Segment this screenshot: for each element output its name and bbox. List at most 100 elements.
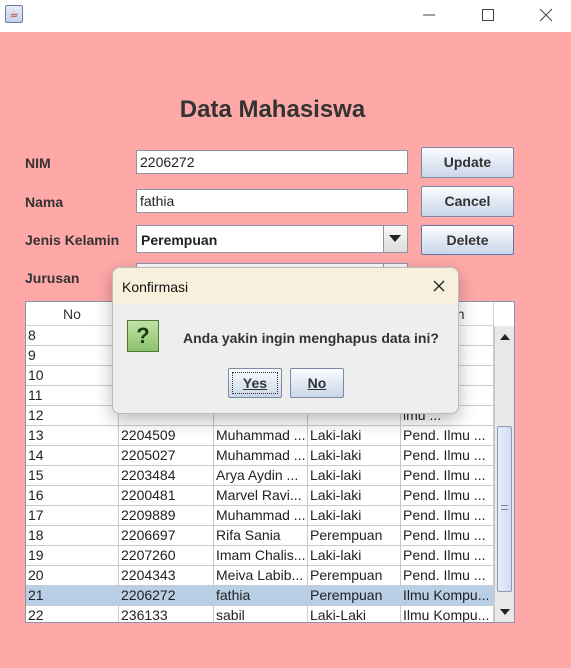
scrollbar-thumb[interactable] xyxy=(497,426,512,592)
table-scrollbar[interactable] xyxy=(494,326,514,622)
table-cell: 9 xyxy=(26,346,119,366)
table-cell: Marvel Ravi... xyxy=(214,486,308,506)
confirm-dialog: Konfirmasi ? Anda yakin ingin menghapus … xyxy=(112,267,459,414)
table-cell: Laki-laki xyxy=(308,546,401,566)
table-cell: Imam Chalis... xyxy=(214,546,308,566)
chevron-down-icon xyxy=(389,235,401,242)
close-icon xyxy=(433,280,445,292)
table-cell: Pend. Ilmu ... xyxy=(401,526,494,546)
jenis-kelamin-dropdown-button[interactable] xyxy=(383,226,407,252)
scroll-down-button[interactable] xyxy=(495,602,514,622)
table-cell: Laki-laki xyxy=(308,506,401,526)
scroll-up-button[interactable] xyxy=(495,326,514,346)
focus-ring xyxy=(232,372,278,394)
table-cell: 2200481 xyxy=(119,486,214,506)
table-cell: 22 xyxy=(26,606,119,622)
table-cell: 2203484 xyxy=(119,466,214,486)
table-row[interactable]: 21 2206272 fathia Perempuan Ilmu Kompu... xyxy=(26,586,494,606)
jenis-kelamin-label: Jenis Kelamin xyxy=(25,232,120,248)
table-cell: 18 xyxy=(26,526,119,546)
table-cell: Pend. Ilmu ... xyxy=(401,426,494,446)
table-row[interactable]: 15 2203484 Arya Aydin ... Laki-laki Pend. Il… xyxy=(26,466,494,486)
table-cell: Perempuan xyxy=(308,526,401,546)
table-cell: Meiva Labib... xyxy=(214,566,308,586)
nim-label: NIM xyxy=(25,155,51,171)
maximize-button[interactable] xyxy=(459,0,517,30)
table-cell: Laki-laki xyxy=(308,486,401,506)
table-row[interactable]: 20 2204343 Meiva Labib... Perempuan Pend. Il… xyxy=(26,566,494,586)
table-cell: 2206272 xyxy=(119,586,214,606)
table-cell: 2205027 xyxy=(119,446,214,466)
table-row[interactable]: 14 2205027 Muhammad ... Laki-laki Pend. Ilmu… xyxy=(26,446,494,466)
table-cell: Laki-Laki xyxy=(308,606,401,622)
table-cell: 16 xyxy=(26,486,119,506)
nama-label: Nama xyxy=(25,194,64,210)
delete-button[interactable]: Delete xyxy=(421,225,514,255)
table-cell: 2204343 xyxy=(119,566,214,586)
dialog-titlebar: Konfirmasi xyxy=(113,268,458,304)
table-cell: 236133 xyxy=(119,606,214,622)
nama-value: fathia xyxy=(140,193,175,209)
dialog-close-button[interactable] xyxy=(430,277,448,295)
table-cell: Ilmu Kompu... xyxy=(401,586,494,606)
nim-field[interactable]: 2206272 xyxy=(136,150,408,174)
dialog-message: Anda yakin ingin menghapus data ini? xyxy=(183,330,439,346)
arrow-up-icon xyxy=(499,334,510,340)
table-cell: Arya Aydin ... xyxy=(214,466,308,486)
table-cell: 2204509 xyxy=(119,426,214,446)
minimize-icon xyxy=(423,14,435,16)
table-cell: 2209889 xyxy=(119,506,214,526)
table-cell: 17 xyxy=(26,506,119,526)
table-cell: 14 xyxy=(26,446,119,466)
update-button[interactable]: Update xyxy=(421,147,514,178)
column-header-no[interactable]: No xyxy=(26,302,119,326)
table-cell: 15 xyxy=(26,466,119,486)
nim-value: 2206272 xyxy=(140,154,195,170)
table-cell: Laki-laki xyxy=(308,426,401,446)
table-row[interactable]: 18 2206697 Rifa Sania Perempuan Pend. Ilmu .… xyxy=(26,526,494,546)
jenis-kelamin-combo[interactable]: Perempuan xyxy=(136,225,408,253)
table-cell: 20 xyxy=(26,566,119,586)
table-cell: Pend. Ilmu ... xyxy=(401,506,494,526)
table-cell: Muhammad ... xyxy=(214,426,308,446)
table-cell: Pend. Ilmu ... xyxy=(401,486,494,506)
nama-field[interactable]: fathia xyxy=(136,189,408,213)
table-cell: Rifa Sania xyxy=(214,526,308,546)
table-cell: sabil xyxy=(214,606,308,622)
arrow-down-icon xyxy=(499,609,510,615)
window-titlebar: ☕ xyxy=(0,0,571,32)
table-cell: 11 xyxy=(26,386,119,406)
yes-button[interactable]: Yes xyxy=(228,368,282,398)
page-title: Data Mahasiswa xyxy=(179,96,366,123)
table-cell: Pend. Ilmu ... xyxy=(401,446,494,466)
table-cell: 2206697 xyxy=(119,526,214,546)
table-cell: 8 xyxy=(26,326,119,346)
table-cell: Perempuan xyxy=(308,566,401,586)
table-cell: Perempuan xyxy=(308,586,401,606)
maximize-icon xyxy=(482,9,494,21)
table-cell: fathia xyxy=(214,586,308,606)
table-cell: Pend. Ilmu ... xyxy=(401,546,494,566)
table-cell: 2207260 xyxy=(119,546,214,566)
table-cell: 13 xyxy=(26,426,119,446)
grip-icon xyxy=(501,505,508,510)
table-cell: Laki-laki xyxy=(308,466,401,486)
close-icon xyxy=(539,8,553,22)
no-button[interactable]: No xyxy=(290,368,344,398)
table-row[interactable]: 19 2207260 Imam Chalis... Laki-laki Pend. Il… xyxy=(26,546,494,566)
table-row[interactable]: 17 2209889 Muhammad ... Laki-laki Pend. Ilmu… xyxy=(26,506,494,526)
close-button[interactable] xyxy=(517,0,571,30)
minimize-button[interactable] xyxy=(400,0,458,30)
cancel-button[interactable]: Cancel xyxy=(421,186,514,217)
table-cell: Pend. Ilmu ... xyxy=(401,466,494,486)
no-label: No xyxy=(307,375,327,391)
java-cup-icon: ☕ xyxy=(5,5,23,23)
table-row[interactable]: 22 236133 sabil Laki-Laki Ilmu Kompu... xyxy=(26,606,494,622)
question-icon: ? xyxy=(127,320,159,352)
table-cell: Muhammad ... xyxy=(214,446,308,466)
table-row[interactable]: 13 2204509 Muhammad ... Laki-laki Pend. Ilmu… xyxy=(26,426,494,446)
dialog-title: Konfirmasi xyxy=(122,279,189,295)
table-cell: 21 xyxy=(26,586,119,606)
table-cell: 19 xyxy=(26,546,119,566)
table-row[interactable]: 16 2200481 Marvel Ravi... Laki-laki Pend. Il… xyxy=(26,486,494,506)
